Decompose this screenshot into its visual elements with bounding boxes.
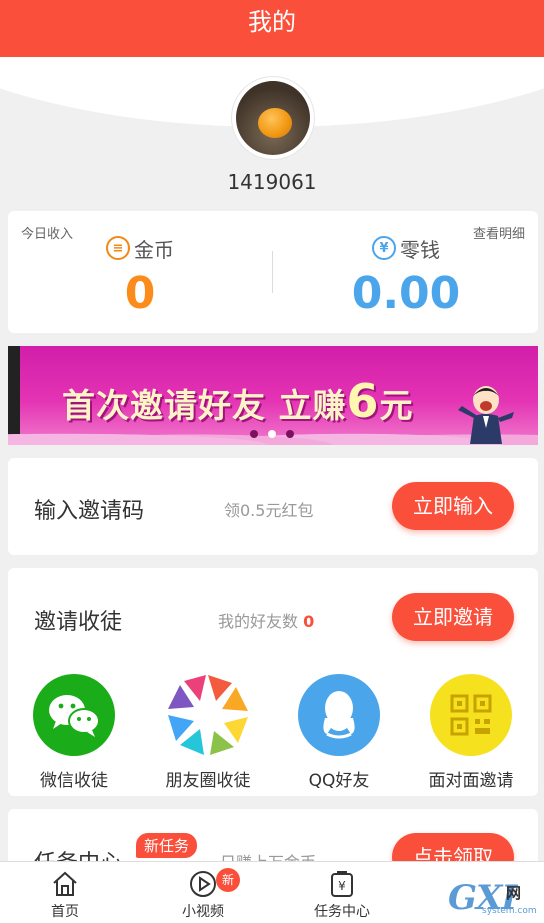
qrcode-icon	[430, 674, 512, 756]
friends-count-label: 我的好友数	[218, 612, 299, 631]
promo-banner[interactable]: 首次邀请好友 立赚6元	[8, 346, 538, 445]
top-bar: 我的	[0, 0, 544, 57]
nav-home-label: 首页	[51, 904, 79, 920]
nav-task-center-label: 任务中心	[314, 904, 370, 920]
coins-label: 金币	[134, 237, 174, 262]
coin-icon: ≡	[106, 236, 130, 260]
enter-invite-code-button[interactable]: 立即输入	[392, 482, 514, 530]
banner-pagination	[250, 430, 294, 438]
share-wechat[interactable]: 微信收徒	[14, 674, 134, 791]
orange-photo	[258, 108, 292, 138]
invite-title: 邀请收徒	[34, 610, 123, 635]
cash-label: 零钱	[400, 237, 440, 262]
share-face-to-face[interactable]: 面对面邀请	[411, 674, 531, 791]
new-task-badge: 新任务	[136, 833, 198, 858]
earnings-card: 今日收入 查看明细 ≡ 金币 0 ¥ 零钱 0.00	[8, 211, 538, 333]
banner-amount: 6	[346, 374, 380, 428]
coins-value: 0	[124, 268, 156, 319]
cartoon-man-icon	[458, 386, 514, 444]
nav-short-video[interactable]: 新 小视频	[158, 868, 248, 921]
user-id: 1419061	[227, 170, 317, 194]
share-qq-label: QQ好友	[308, 771, 370, 791]
svg-text:¥: ¥	[338, 879, 346, 893]
task-icon: ¥	[297, 870, 387, 898]
banner-dot[interactable]	[286, 430, 294, 438]
nav-task-center[interactable]: ¥ 任务中心	[297, 870, 387, 921]
nav-home[interactable]: 首页	[20, 870, 110, 921]
share-qq[interactable]: QQ好友	[279, 674, 399, 791]
share-face-to-face-label: 面对面邀请	[428, 771, 514, 791]
yen-icon: ¥	[372, 236, 396, 260]
page-title: 我的	[248, 8, 296, 36]
invite-code-card: 输入邀请码 领0.5元红包 立即输入	[8, 458, 538, 555]
banner-text-main: 首次邀请好友 立赚	[62, 386, 347, 425]
earnings-divider	[272, 251, 273, 293]
friends-count-value: 0	[303, 612, 315, 631]
banner-dot[interactable]	[250, 430, 258, 438]
new-video-badge: 新	[216, 868, 240, 892]
banner-dot-active[interactable]	[268, 430, 276, 438]
watermark-domain: system.com	[482, 906, 537, 916]
share-wechat-label: 微信收徒	[40, 771, 108, 791]
share-moments-label: 朋友圈收徒	[165, 771, 251, 791]
banner-text: 首次邀请好友 立赚6元	[62, 374, 414, 428]
wechat-icon	[33, 674, 115, 756]
friends-count-row: 我的好友数 0	[218, 608, 314, 632]
qq-icon	[298, 674, 380, 756]
share-moments[interactable]: 朋友圈收徒	[148, 674, 268, 791]
avatar-image	[236, 81, 310, 155]
coins-summary[interactable]: ≡ 金币 0	[60, 235, 220, 319]
task-card: 新任务 任务中心 日赚上万金币 点击领取	[8, 809, 538, 869]
cash-summary[interactable]: ¥ 零钱 0.00	[326, 235, 486, 319]
play-icon: 新	[158, 868, 248, 898]
watermark-cn: 网	[506, 884, 522, 902]
moments-icon	[167, 674, 249, 756]
avatar[interactable]	[232, 77, 314, 159]
banner-unit: 元	[379, 386, 414, 425]
invite-code-title: 输入邀请码	[34, 499, 145, 524]
nav-short-video-label: 小视频	[182, 904, 224, 920]
home-icon	[20, 870, 110, 898]
cash-value: 0.00	[351, 268, 461, 319]
invite-card: 邀请收徒 我的好友数 0 立即邀请 微信收徒 朋友圈收徒 QQ好友 面对面邀请	[8, 568, 538, 796]
site-watermark: GXI 网 system.com	[448, 878, 540, 920]
invite-code-reward: 领0.5元红包	[224, 501, 314, 520]
invite-now-button[interactable]: 立即邀请	[392, 593, 514, 641]
